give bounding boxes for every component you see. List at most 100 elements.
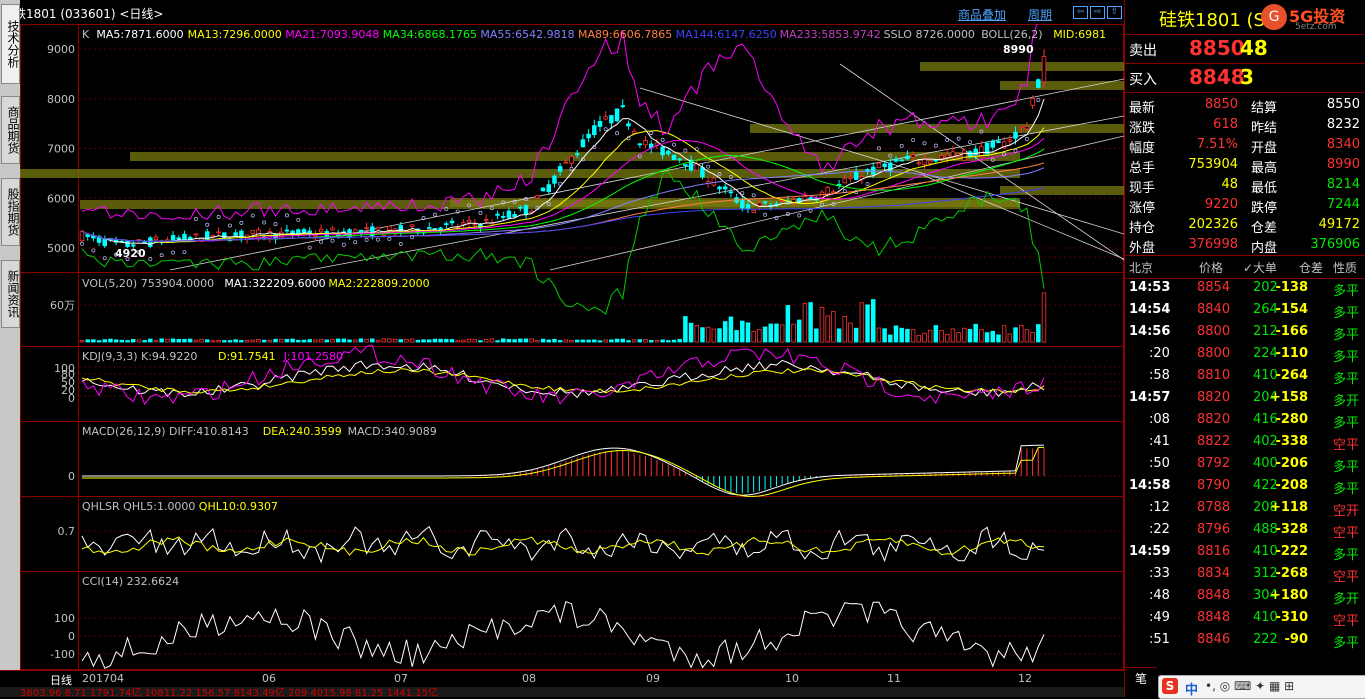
volume-bar xyxy=(500,338,506,343)
volume-bar xyxy=(495,340,500,343)
tick-oi-change: -338 xyxy=(1275,434,1308,449)
tab-index-futures[interactable]: 股指期货 xyxy=(1,178,20,246)
nav-right-button[interactable]: ⇨ xyxy=(1090,6,1105,19)
ime-mode-toggle[interactable]: 中 xyxy=(1185,679,1198,698)
candle-body xyxy=(569,156,574,164)
candle-body xyxy=(461,222,466,225)
nav-left-button[interactable]: ⇦ xyxy=(1073,6,1088,19)
sar-dot xyxy=(239,220,244,225)
tick-header: 北京 价格 ✓大单 仓差 性质 xyxy=(1125,255,1365,279)
volume-bar xyxy=(506,338,512,343)
candle-body xyxy=(449,220,455,224)
qhlsr-qhl5-line xyxy=(81,525,1045,564)
kdj-indicator-label: D:91.7541 xyxy=(218,350,276,363)
period-mode-label[interactable]: 日线 xyxy=(50,672,72,688)
tick-oi-change: -154 xyxy=(1275,302,1308,317)
tab-technical-analysis[interactable]: 技术分析 xyxy=(1,4,20,84)
stat-value: 7244 xyxy=(1326,197,1360,212)
stat-row: 涨停 9220 跌停 7244 xyxy=(1125,195,1365,216)
candle-body xyxy=(916,162,922,165)
volume-bar xyxy=(609,339,614,343)
candle-body xyxy=(1024,126,1030,130)
tick-oi-change: -264 xyxy=(1275,368,1308,383)
nav-up-button[interactable]: ⇧ xyxy=(1107,6,1122,19)
stat-value: 8214 xyxy=(1326,177,1360,192)
volume-bar xyxy=(751,330,756,343)
sar-dot xyxy=(558,181,563,186)
sogou-icon[interactable]: S xyxy=(1162,678,1178,694)
candle-body xyxy=(387,225,392,231)
volume-bar xyxy=(518,338,523,343)
candle-body xyxy=(1041,56,1047,83)
sar-dot xyxy=(273,222,278,227)
sell-row: 卖出 8850 48 xyxy=(1125,35,1365,64)
sell-qty: 48 xyxy=(1240,36,1268,60)
tick-row: :50 8792 400 -206 多平 xyxy=(1125,454,1365,475)
volume-bar xyxy=(153,340,159,343)
candle-body xyxy=(592,125,597,135)
stat-value: 7.51% xyxy=(1196,137,1238,152)
bottom-tab[interactable]: 笔 xyxy=(1125,667,1157,686)
stat-label: 涨停 xyxy=(1129,201,1156,216)
status-bar-text: 3803.96 8.71 1791.74亿 10811.22 156.57 81… xyxy=(20,688,439,697)
tab-commodity-futures[interactable]: 商品期货 xyxy=(1,96,20,164)
tick-volume: 410 xyxy=(1253,610,1278,625)
stat-label: 最低 xyxy=(1251,181,1278,196)
candle-body xyxy=(802,196,808,201)
volume-bar xyxy=(802,302,808,343)
candle-body xyxy=(597,120,603,127)
volume-bar xyxy=(330,339,335,343)
volume-bar xyxy=(358,338,364,343)
candle-body xyxy=(233,232,238,236)
kdj-axis-label: 0 xyxy=(68,392,75,405)
volume-bar xyxy=(478,340,483,343)
period-link[interactable]: 周期 xyxy=(1028,6,1052,23)
candle-body xyxy=(848,176,853,179)
tick-volume: 222 xyxy=(1253,632,1278,647)
tick-price: 8846 xyxy=(1197,632,1231,647)
candle-body xyxy=(318,228,324,233)
stat-label: 幅度 xyxy=(1129,141,1156,156)
volume-bar xyxy=(79,340,85,343)
tab-news[interactable]: 新闻资讯 xyxy=(1,260,20,328)
volume-bar xyxy=(159,338,164,343)
ime-tool-icons[interactable]: •, ◎ ⌨ ✦ ▦ ⊞ xyxy=(1205,679,1294,693)
volume-bar xyxy=(449,339,455,343)
stat-row: 最新 8850 结算 8550 xyxy=(1125,95,1365,116)
tick-oi-change: -90 xyxy=(1284,632,1309,647)
x-label: 06 xyxy=(262,672,276,685)
qhlsr-axis-label: 0.7 xyxy=(58,525,76,538)
volume-bar xyxy=(318,339,324,343)
commodity-overlay-link[interactable]: 商品叠加 xyxy=(958,6,1006,23)
volume-bar xyxy=(614,338,620,343)
tick-nature: 空开 xyxy=(1333,504,1360,519)
volume-bar xyxy=(933,325,939,343)
stat-row: 持仓 202326 仓差 49172 xyxy=(1125,215,1365,236)
candle-body xyxy=(563,161,569,164)
candle-body xyxy=(683,164,688,167)
volume-bar xyxy=(962,327,967,343)
x-label: 10 xyxy=(785,672,799,685)
tick-volume: 202 xyxy=(1253,280,1278,295)
volume-bar xyxy=(734,330,739,343)
volume-bar xyxy=(546,339,552,343)
tick-col-bigorder[interactable]: ✓大单 xyxy=(1243,259,1277,276)
stat-label: 最高 xyxy=(1251,161,1278,176)
volume-bar xyxy=(660,339,665,343)
tick-nature: 多平 xyxy=(1333,372,1360,387)
kline-chart[interactable]: K MA5:7871.6000 MA13:7296.0000 MA21:7093.90… xyxy=(20,24,1124,670)
volume-bar xyxy=(990,330,996,343)
volume-bar xyxy=(688,322,694,343)
volume-bar xyxy=(1024,329,1030,343)
sar-dot xyxy=(911,137,916,142)
volume-bar xyxy=(523,338,529,343)
volume-bar xyxy=(444,338,449,343)
tick-price: 8820 xyxy=(1197,390,1231,405)
sar-dot xyxy=(376,237,380,242)
ime-toolbar[interactable]: S 中 •, ◎ ⌨ ✦ ▦ ⊞ xyxy=(1158,675,1365,699)
volume-bar xyxy=(848,322,853,343)
tick-nature: 多平 xyxy=(1333,350,1360,365)
volume-bar xyxy=(666,340,671,343)
volume-bar xyxy=(899,327,904,343)
volume-bar xyxy=(774,323,779,343)
